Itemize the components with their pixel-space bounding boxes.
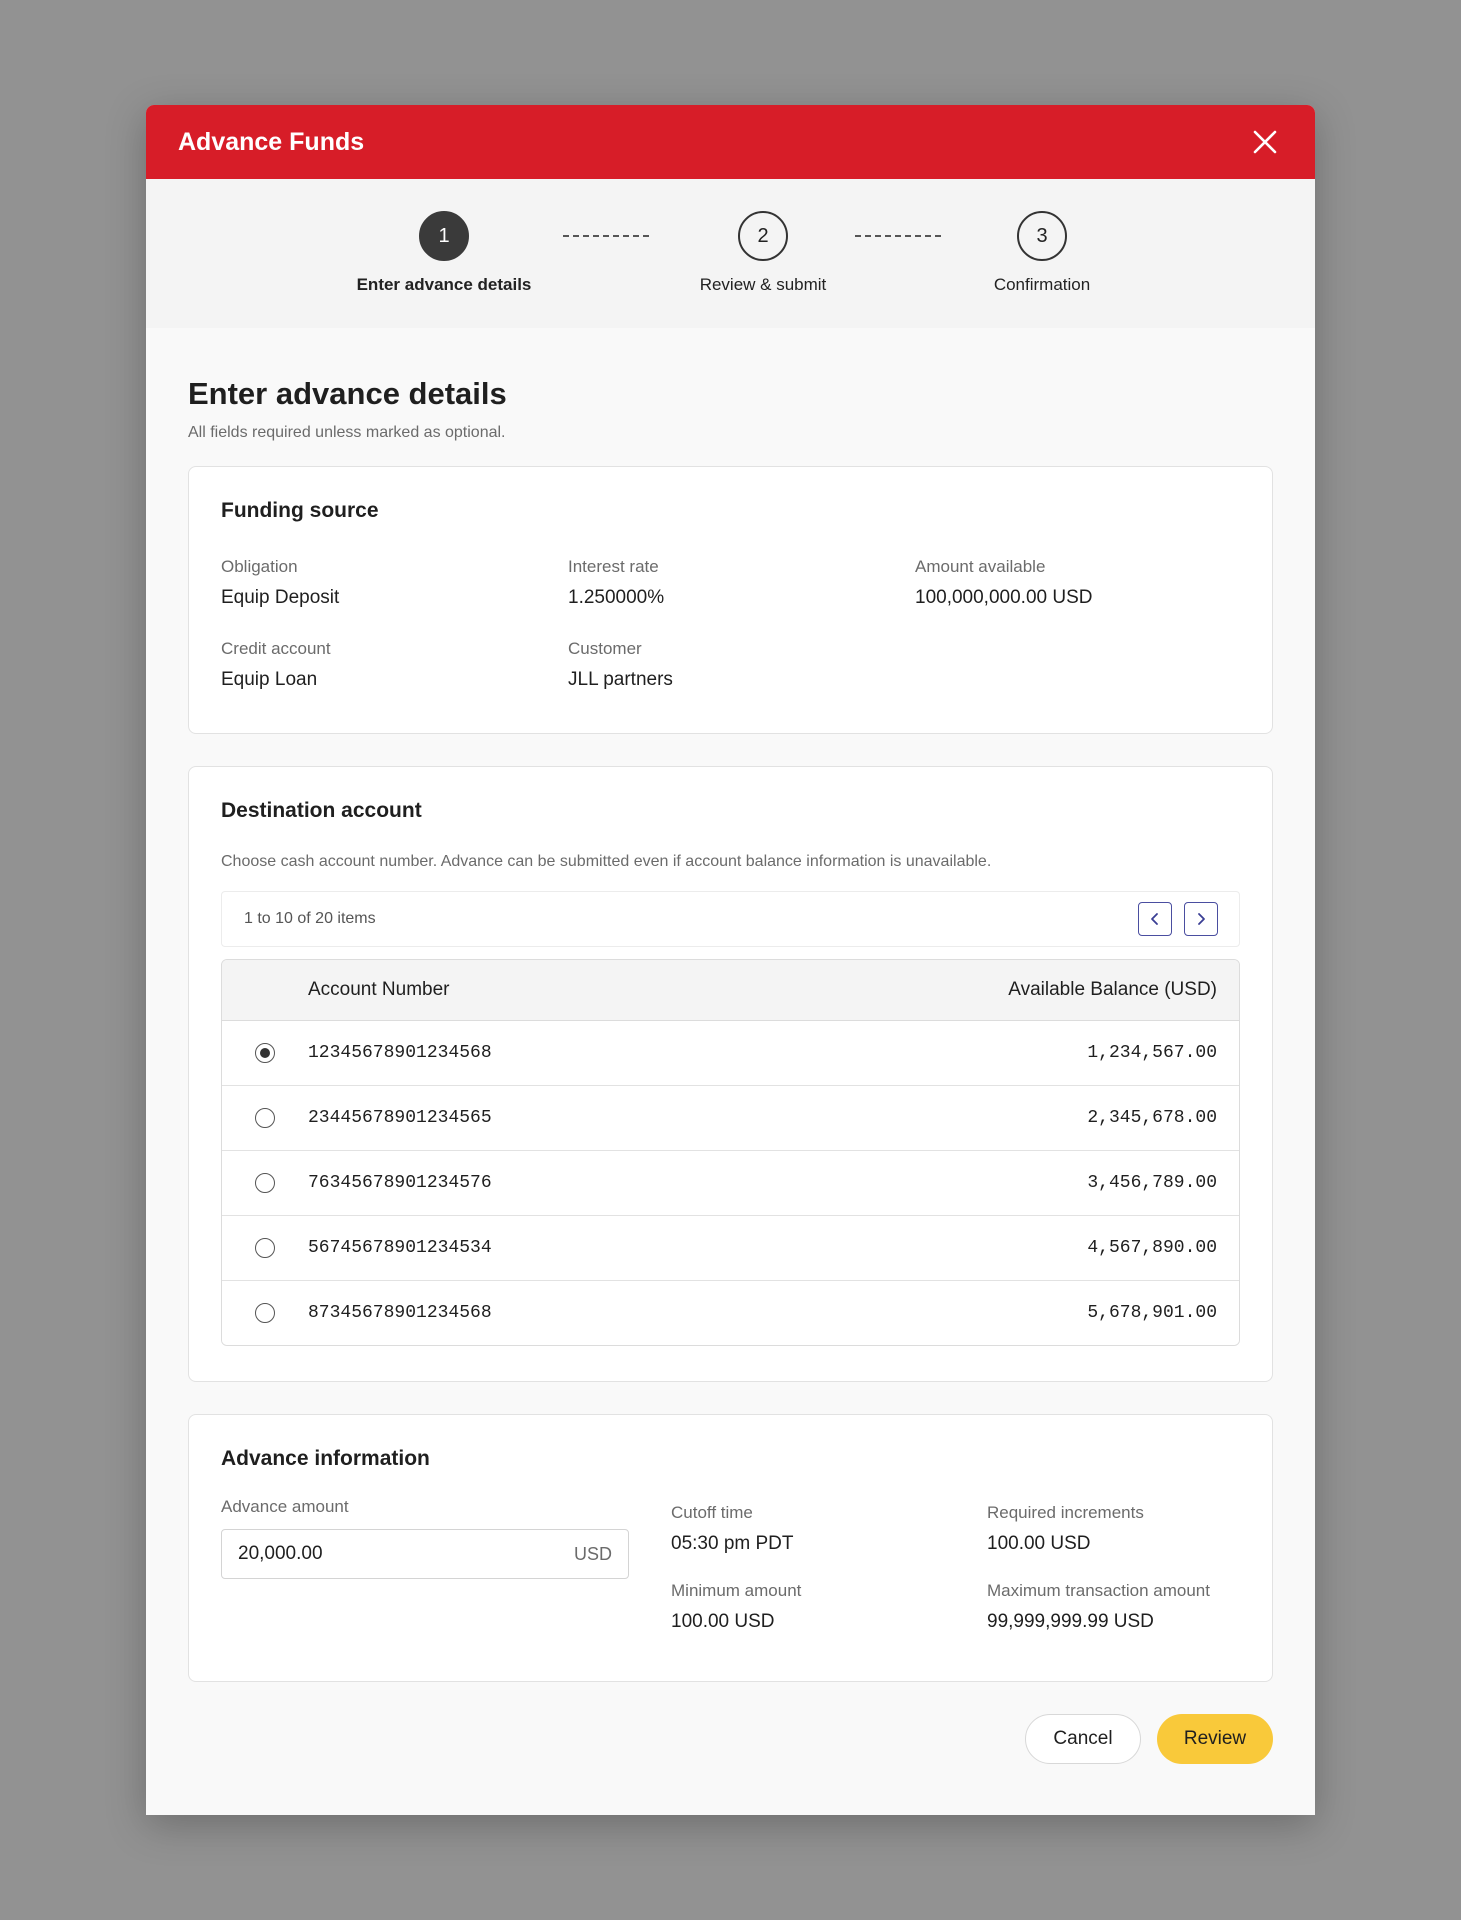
review-button[interactable]: Review bbox=[1157, 1714, 1273, 1764]
pagination-count: 1 to 10 of 20 items bbox=[244, 910, 376, 927]
step-3: 3 Confirmation bbox=[912, 211, 1172, 295]
account-number-cell: 76345678901234576 bbox=[308, 1173, 492, 1193]
step-3-label: Confirmation bbox=[993, 275, 1091, 294]
funding-source-title: Funding source bbox=[221, 499, 379, 522]
minimum-amount-value: 100.00 USD bbox=[671, 1611, 775, 1632]
credit-account-field: Credit account Equip Loan bbox=[221, 639, 568, 691]
account-radio[interactable] bbox=[255, 1238, 275, 1258]
step-3-number: 3 bbox=[1017, 211, 1067, 261]
currency-suffix: USD bbox=[573, 1543, 612, 1564]
account-radio[interactable] bbox=[255, 1303, 275, 1323]
obligation-label: Obligation bbox=[221, 557, 298, 576]
step-1-label: Enter advance details bbox=[356, 275, 532, 294]
customer-label: Customer bbox=[568, 639, 642, 658]
interest-rate-field: Interest rate 1.250000% bbox=[568, 557, 915, 609]
table-header: Account Number Available Balance (USD) bbox=[222, 960, 1239, 1021]
advance-information-fields: Advance amount USD Cutoff time 05:30 pm … bbox=[221, 1497, 1240, 1633]
required-increments-value: 100.00 USD bbox=[987, 1533, 1091, 1554]
chevron-right-icon bbox=[1198, 913, 1205, 925]
amount-available-field: Amount available 100,000,000.00 USD bbox=[915, 557, 1240, 609]
modal-header: Advance Funds bbox=[146, 105, 1315, 179]
cutoff-time-label: Cutoff time bbox=[671, 1503, 753, 1522]
available-balance-header: Available Balance (USD) bbox=[1008, 979, 1217, 1000]
modal-content: Enter advance details All fields require… bbox=[146, 328, 1315, 1764]
customer-value: JLL partners bbox=[568, 669, 673, 690]
advance-amount-label: Advance amount bbox=[221, 1497, 349, 1516]
balance-cell: 3,456,789.00 bbox=[1087, 1173, 1217, 1193]
minimum-amount-field: Minimum amount 100.00 USD bbox=[671, 1581, 987, 1633]
obligation-field: Obligation Equip Deposit bbox=[221, 557, 568, 609]
page-title: Enter advance details bbox=[188, 376, 507, 411]
close-icon bbox=[1253, 130, 1277, 154]
account-number-cell: 56745678901234534 bbox=[308, 1238, 492, 1258]
step-2: 2 Review & submit bbox=[633, 211, 893, 295]
required-increments-field: Required increments 100.00 USD bbox=[987, 1503, 1240, 1555]
next-page-button[interactable] bbox=[1184, 902, 1218, 936]
interest-rate-label: Interest rate bbox=[568, 557, 659, 576]
balance-cell: 4,567,890.00 bbox=[1087, 1238, 1217, 1258]
minimum-amount-label: Minimum amount bbox=[671, 1581, 802, 1600]
table-row[interactable]: 56745678901234534 4,567,890.00 bbox=[222, 1216, 1239, 1281]
maximum-amount-label: Maximum transaction amount bbox=[987, 1581, 1210, 1600]
cancel-button[interactable]: Cancel bbox=[1025, 1714, 1141, 1764]
account-number-header: Account Number bbox=[308, 979, 450, 1000]
close-button[interactable] bbox=[1247, 124, 1283, 160]
step-2-number: 2 bbox=[738, 211, 788, 261]
advance-amount-field: Advance amount USD bbox=[221, 1497, 671, 1633]
account-radio[interactable] bbox=[255, 1108, 275, 1128]
funding-source-card: Funding source Obligation Equip Deposit … bbox=[188, 466, 1273, 734]
maximum-amount-field: Maximum transaction amount 99,999,999.99… bbox=[987, 1581, 1240, 1633]
step-1-number: 1 bbox=[419, 211, 469, 261]
credit-account-label: Credit account bbox=[221, 639, 331, 658]
required-increments-label: Required increments bbox=[987, 1503, 1144, 1522]
advance-information-title: Advance information bbox=[221, 1447, 430, 1470]
accounts-table: Account Number Available Balance (USD) 1… bbox=[221, 959, 1240, 1346]
obligation-value: Equip Deposit bbox=[221, 587, 340, 608]
step-1: 1 Enter advance details bbox=[314, 211, 574, 295]
cutoff-time-value: 05:30 pm PDT bbox=[671, 1533, 794, 1554]
page-subtitle: All fields required unless marked as opt… bbox=[188, 424, 506, 441]
account-number-cell: 12345678901234568 bbox=[308, 1043, 492, 1063]
account-number-cell: 87345678901234568 bbox=[308, 1303, 492, 1323]
advance-amount-input-wrapper: USD bbox=[221, 1529, 629, 1579]
table-row[interactable]: 12345678901234568 1,234,567.00 bbox=[222, 1021, 1239, 1086]
previous-page-button[interactable] bbox=[1138, 902, 1172, 936]
table-row[interactable]: 87345678901234568 5,678,901.00 bbox=[222, 1281, 1239, 1345]
progress-stepper: 1 Enter advance details 2 Review & submi… bbox=[146, 179, 1315, 328]
amount-available-value: 100,000,000.00 USD bbox=[915, 587, 1093, 608]
advance-information-card: Advance information Advance amount USD C… bbox=[188, 1414, 1273, 1682]
modal-title: Advance Funds bbox=[178, 127, 365, 156]
table-row[interactable]: 76345678901234576 3,456,789.00 bbox=[222, 1151, 1239, 1216]
destination-account-title: Destination account bbox=[221, 799, 422, 822]
pagination-buttons bbox=[1138, 902, 1218, 936]
destination-description: Choose cash account number. Advance can … bbox=[221, 853, 992, 870]
step-2-label: Review & submit bbox=[699, 275, 827, 294]
chevron-left-icon bbox=[1151, 913, 1158, 925]
account-radio-selected[interactable] bbox=[255, 1043, 275, 1063]
balance-cell: 5,678,901.00 bbox=[1087, 1303, 1217, 1323]
maximum-amount-value: 99,999,999.99 USD bbox=[987, 1611, 1154, 1632]
cutoff-time-field: Cutoff time 05:30 pm PDT bbox=[671, 1503, 987, 1555]
advance-funds-modal: Advance Funds 1 Enter advance details 2 … bbox=[146, 105, 1315, 1815]
pagination-bar: 1 to 10 of 20 items bbox=[221, 891, 1240, 947]
credit-account-value: Equip Loan bbox=[221, 669, 318, 690]
interest-rate-value: 1.250000% bbox=[568, 587, 665, 608]
destination-account-card: Destination account Choose cash account … bbox=[188, 766, 1273, 1382]
funding-source-fields: Obligation Equip Deposit Interest rate 1… bbox=[221, 557, 1240, 691]
modal-footer: Cancel Review bbox=[188, 1714, 1273, 1764]
table-row[interactable]: 23445678901234565 2,345,678.00 bbox=[222, 1086, 1239, 1151]
balance-cell: 1,234,567.00 bbox=[1087, 1043, 1217, 1063]
customer-field: Customer JLL partners bbox=[568, 639, 915, 691]
account-radio[interactable] bbox=[255, 1173, 275, 1193]
advance-details: Cutoff time 05:30 pm PDT Required increm… bbox=[671, 1497, 1240, 1633]
advance-amount-input[interactable] bbox=[238, 1543, 538, 1565]
account-number-cell: 23445678901234565 bbox=[308, 1108, 492, 1128]
amount-available-label: Amount available bbox=[915, 557, 1046, 576]
balance-cell: 2,345,678.00 bbox=[1087, 1108, 1217, 1128]
